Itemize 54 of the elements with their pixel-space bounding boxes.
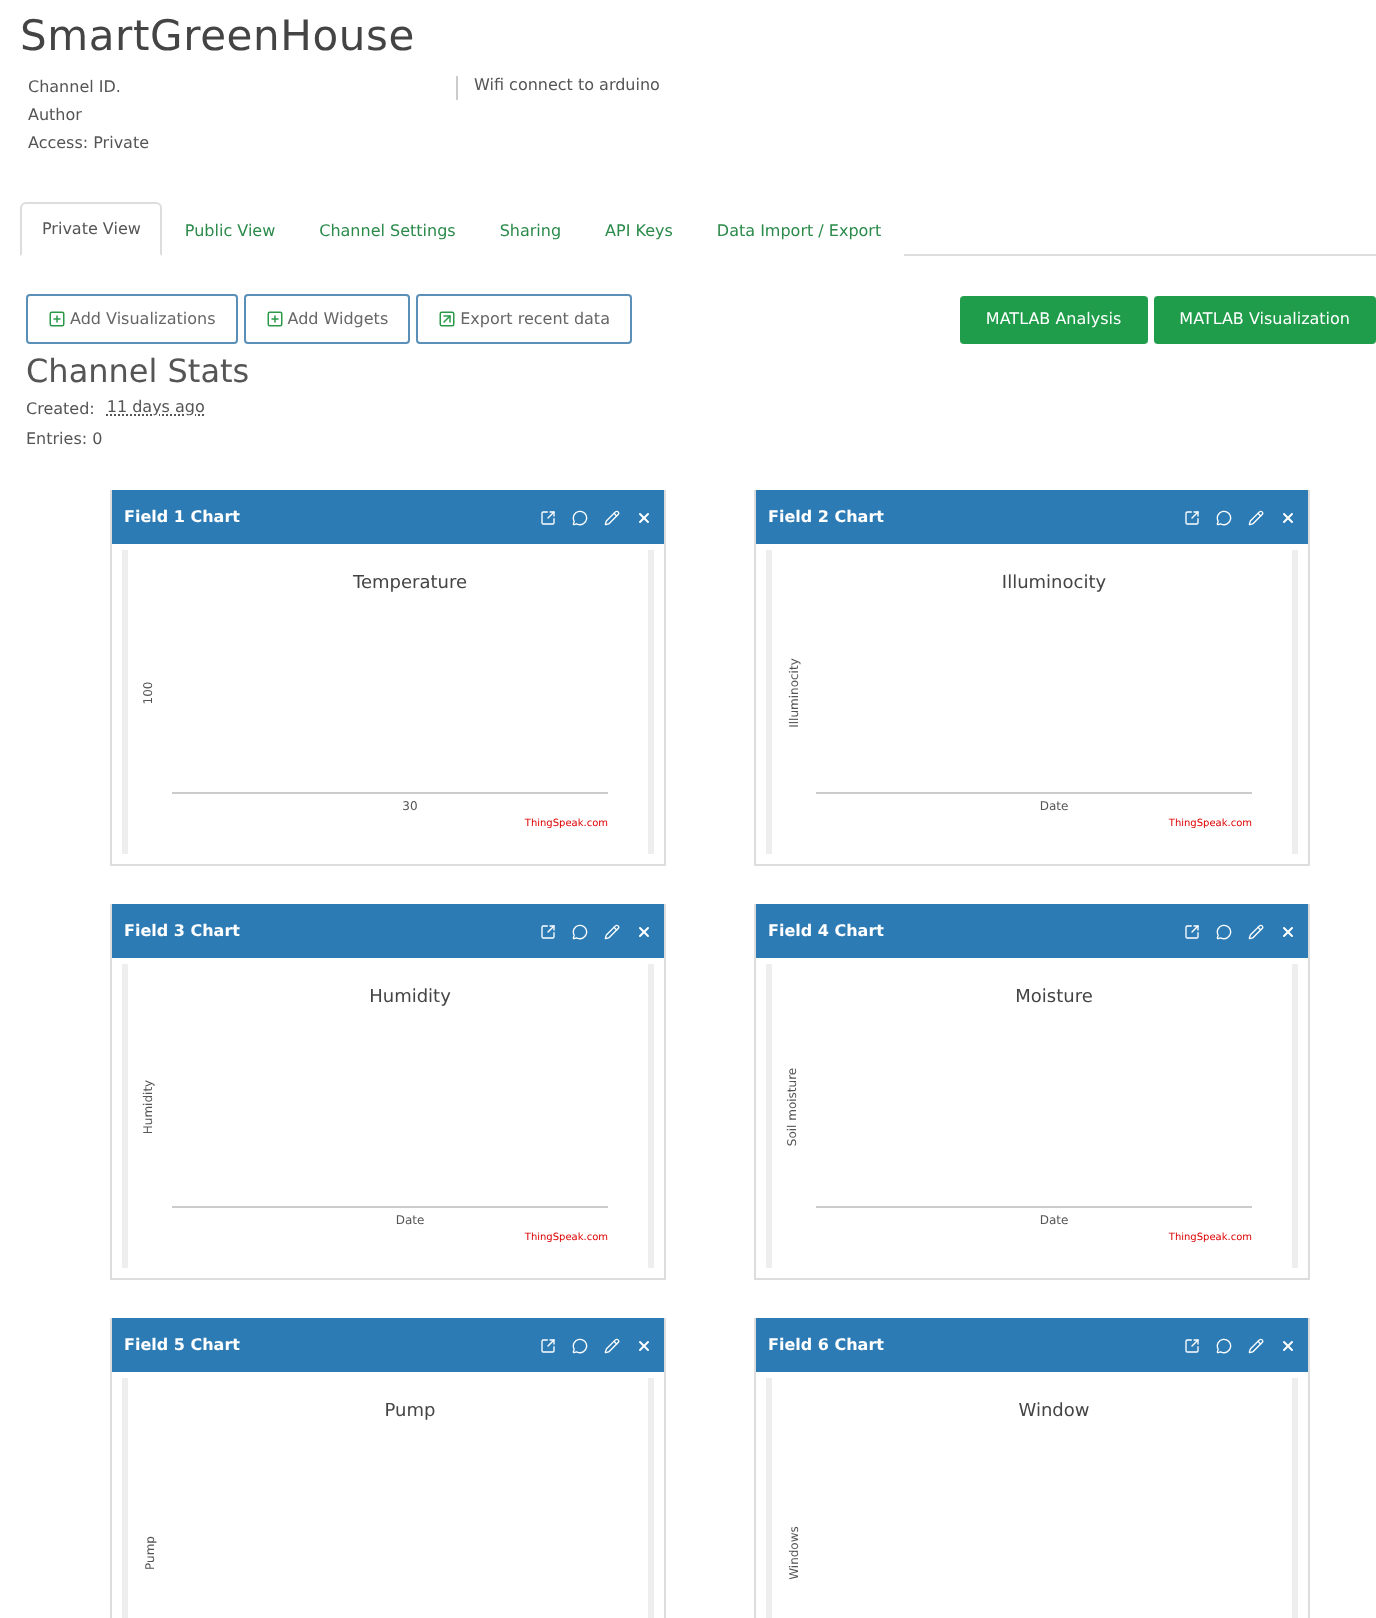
chart-title: Humidity (369, 988, 451, 1008)
pencil-icon[interactable] (604, 509, 620, 525)
pencil-icon[interactable] (1248, 923, 1264, 939)
created-label: Created: (26, 398, 95, 420)
comment-icon[interactable] (1216, 509, 1232, 525)
comment-icon[interactable] (1216, 1337, 1232, 1353)
action-button[interactable]: Add Widgets (243, 294, 411, 344)
open-external-icon[interactable] (540, 1337, 556, 1353)
action-button[interactable]: Add Visualizations (26, 294, 238, 344)
comment-icon[interactable] (572, 1337, 588, 1353)
chart-header-title: Field 6 Chart (768, 1336, 886, 1354)
open-external-icon[interactable] (540, 509, 556, 525)
plus-icon (265, 310, 284, 328)
channel-info: Access: Private (28, 132, 152, 154)
channel-info: Author (28, 104, 84, 126)
close-icon[interactable] (1280, 1337, 1296, 1353)
channel-info: Channel ID. (28, 76, 123, 98)
chart-header-title: Field 5 Chart (124, 1336, 242, 1354)
chart-title: Window (1018, 1402, 1090, 1422)
matlab-button[interactable]: MATLAB Visualization (1153, 295, 1376, 343)
channel-title: SmartGreenHouse (20, 12, 417, 60)
chart-title: Moisture (1015, 988, 1093, 1008)
chart-header-title: Field 3 Chart (124, 922, 242, 940)
open-external-icon[interactable] (1184, 1337, 1200, 1353)
close-icon[interactable] (636, 509, 652, 525)
comment-icon[interactable] (572, 923, 588, 939)
chart-header-title: Field 1 Chart (124, 508, 242, 526)
pencil-icon[interactable] (604, 923, 620, 939)
chart-title: Illuminocity (1001, 574, 1107, 594)
export-icon (438, 310, 457, 328)
comment-icon[interactable] (572, 509, 588, 525)
entries-count: Entries: 0 (26, 428, 103, 450)
pencil-icon[interactable] (604, 1337, 620, 1353)
pencil-icon[interactable] (1248, 509, 1264, 525)
comment-icon[interactable] (1216, 923, 1232, 939)
plus-icon (48, 310, 66, 328)
close-icon[interactable] (636, 1337, 652, 1353)
channel-description: Wifi connect to arduino (456, 76, 660, 100)
close-icon[interactable] (636, 923, 652, 939)
chart-header-title: Field 4 Chart (768, 922, 886, 940)
stats-heading: Channel Stats (26, 352, 252, 390)
action-button[interactable]: Export recent data (416, 294, 632, 344)
open-external-icon[interactable] (1184, 923, 1200, 939)
open-external-icon[interactable] (540, 923, 556, 939)
chart-title: Pump (384, 1402, 436, 1422)
close-icon[interactable] (1280, 509, 1296, 525)
pencil-icon[interactable] (1248, 1337, 1264, 1353)
open-external-icon[interactable] (1184, 509, 1200, 525)
tab[interactable]: Private View (20, 202, 163, 256)
matlab-button[interactable]: MATLAB Analysis (959, 295, 1148, 343)
chart-title: Temperature (352, 574, 467, 594)
close-icon[interactable] (1280, 923, 1296, 939)
chart-header-title: Field 2 Chart (768, 508, 886, 526)
created-value: 11 days ago (106, 398, 205, 420)
